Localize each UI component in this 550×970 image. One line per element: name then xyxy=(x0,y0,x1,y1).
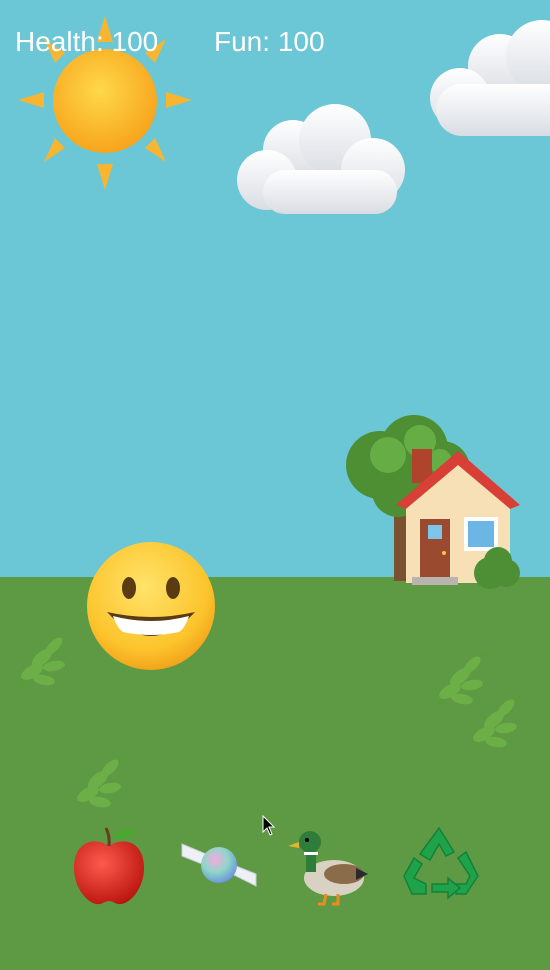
recycle-icon xyxy=(403,826,479,900)
duck-icon xyxy=(288,831,368,906)
health-value: 100 xyxy=(111,26,159,57)
candy-icon xyxy=(181,843,257,887)
cloud-icon xyxy=(237,104,405,214)
house-icon xyxy=(346,415,520,589)
game-scene: Health: 100 Fun: 100 xyxy=(0,0,550,970)
mouse-cursor-icon xyxy=(262,815,276,836)
health-label: Health: xyxy=(15,26,104,57)
feed-apple-button[interactable] xyxy=(66,822,152,908)
fun-stat: Fun: 100 xyxy=(214,26,325,58)
herb-icon xyxy=(74,754,126,811)
herb-icon xyxy=(470,694,522,751)
play-duck-button[interactable] xyxy=(286,822,372,908)
clean-recycle-button[interactable] xyxy=(396,822,482,908)
apple-icon xyxy=(74,827,144,905)
herb-icon xyxy=(18,632,70,689)
fun-value: 100 xyxy=(277,26,325,57)
health-stat: Health: 100 xyxy=(15,26,158,58)
fun-label: Fun: xyxy=(214,26,271,57)
pet-smiley-icon[interactable] xyxy=(85,540,217,672)
give-candy-button[interactable] xyxy=(176,822,262,908)
cloud-icon xyxy=(430,20,550,136)
